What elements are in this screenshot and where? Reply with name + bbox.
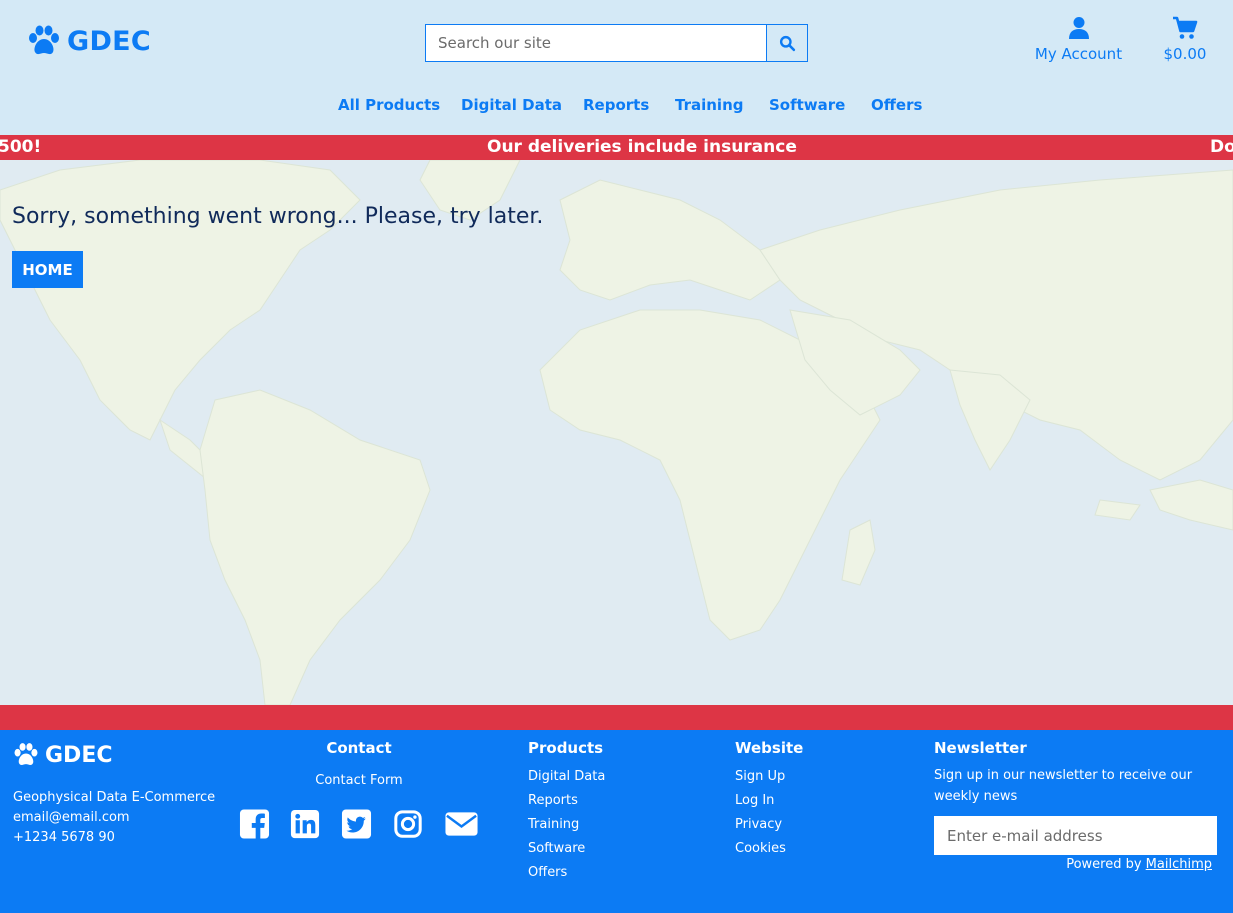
footer-link-offers[interactable]: Offers <box>528 861 605 885</box>
footer-link-sign-up[interactable]: Sign Up <box>735 765 786 789</box>
brand-logo[interactable]: GDEC <box>27 24 151 58</box>
company-info: Geophysical Data E-Commerce email@email.… <box>13 788 215 848</box>
social-links <box>238 808 483 842</box>
website-links: Sign Up Log In Privacy Cookies <box>735 765 786 861</box>
paw-icon <box>29 25 59 55</box>
search-bar <box>425 24 808 62</box>
envelope-icon[interactable] <box>444 808 479 840</box>
footer-link-cookies[interactable]: Cookies <box>735 837 786 861</box>
footer-top-bar <box>0 705 1233 730</box>
world-map-background: Sorry, something went wrong... Please, t… <box>0 160 1233 705</box>
brand-name: GDEC <box>67 25 152 57</box>
search-icon <box>779 35 795 51</box>
main-nav: All Products Digital Data Reports Traini… <box>0 96 1233 118</box>
my-account-link[interactable]: My Account <box>1030 16 1127 63</box>
my-account-label: My Account <box>1034 45 1123 63</box>
company-phone[interactable]: +1234 5678 90 <box>13 828 215 848</box>
search-button[interactable] <box>766 25 807 61</box>
newsletter-description: Sign up in our newsletter to receive our… <box>934 768 1193 804</box>
paw-icon <box>14 743 38 766</box>
website-heading: Website <box>735 739 804 757</box>
announcement-ticker: 500! Our deliveries include insurance Do <box>0 135 1233 160</box>
instagram-icon[interactable] <box>393 808 423 840</box>
nav-offers[interactable]: Offers <box>871 96 922 114</box>
site-footer: GDEC Geophysical Data E-Commerce email@e… <box>0 730 1233 913</box>
products-heading: Products <box>528 739 604 757</box>
ticker-message: Our deliveries include insurance <box>487 137 797 157</box>
products-links: Digital Data Reports Training Software O… <box>528 765 605 885</box>
mailchimp-link[interactable]: Mailchimp <box>1146 857 1212 872</box>
powered-by-prefix: Powered by <box>1066 857 1146 872</box>
contact-form-link[interactable]: Contact Form <box>300 773 418 788</box>
company-name: Geophysical Data E-Commerce <box>13 790 216 805</box>
footer-brand-name: GDEC <box>45 742 113 768</box>
world-map-image <box>0 160 1233 705</box>
footer-link-training[interactable]: Training <box>528 813 605 837</box>
nav-reports[interactable]: Reports <box>583 96 649 114</box>
user-icon <box>1068 17 1089 39</box>
cart-total: $0.00 <box>1163 45 1207 63</box>
ticker-message-prev: 500! <box>0 137 42 157</box>
footer-link-digital-data[interactable]: Digital Data <box>528 765 605 789</box>
nav-all-products[interactable]: All Products <box>338 96 440 114</box>
footer-logo[interactable]: GDEC <box>13 742 113 768</box>
ticker-message-next: Do <box>1210 137 1233 157</box>
powered-by: Powered by Mailchimp <box>1040 857 1212 872</box>
contact-heading: Contact <box>326 739 392 757</box>
linkedin-icon[interactable] <box>290 808 320 840</box>
nav-training[interactable]: Training <box>675 96 743 114</box>
newsletter-heading: Newsletter <box>934 739 1027 757</box>
footer-link-reports[interactable]: Reports <box>528 789 605 813</box>
search-input[interactable] <box>426 25 766 61</box>
cart-link[interactable]: $0.00 <box>1157 16 1213 63</box>
twitter-icon[interactable] <box>341 808 372 840</box>
shopping-cart-icon <box>1173 16 1198 39</box>
company-email[interactable]: email@email.com <box>13 808 215 828</box>
footer-link-software[interactable]: Software <box>528 837 605 861</box>
footer-link-log-in[interactable]: Log In <box>735 789 786 813</box>
nav-digital-data[interactable]: Digital Data <box>461 96 562 114</box>
facebook-icon[interactable] <box>239 808 270 840</box>
error-message: Sorry, something went wrong... Please, t… <box>12 204 544 229</box>
site-header: GDEC My Account $0.00 All Products Digit… <box>0 0 1233 135</box>
footer-link-privacy[interactable]: Privacy <box>735 813 786 837</box>
nav-software[interactable]: Software <box>769 96 845 114</box>
home-button[interactable]: HOME <box>12 251 83 288</box>
newsletter-email-input[interactable] <box>934 816 1217 855</box>
